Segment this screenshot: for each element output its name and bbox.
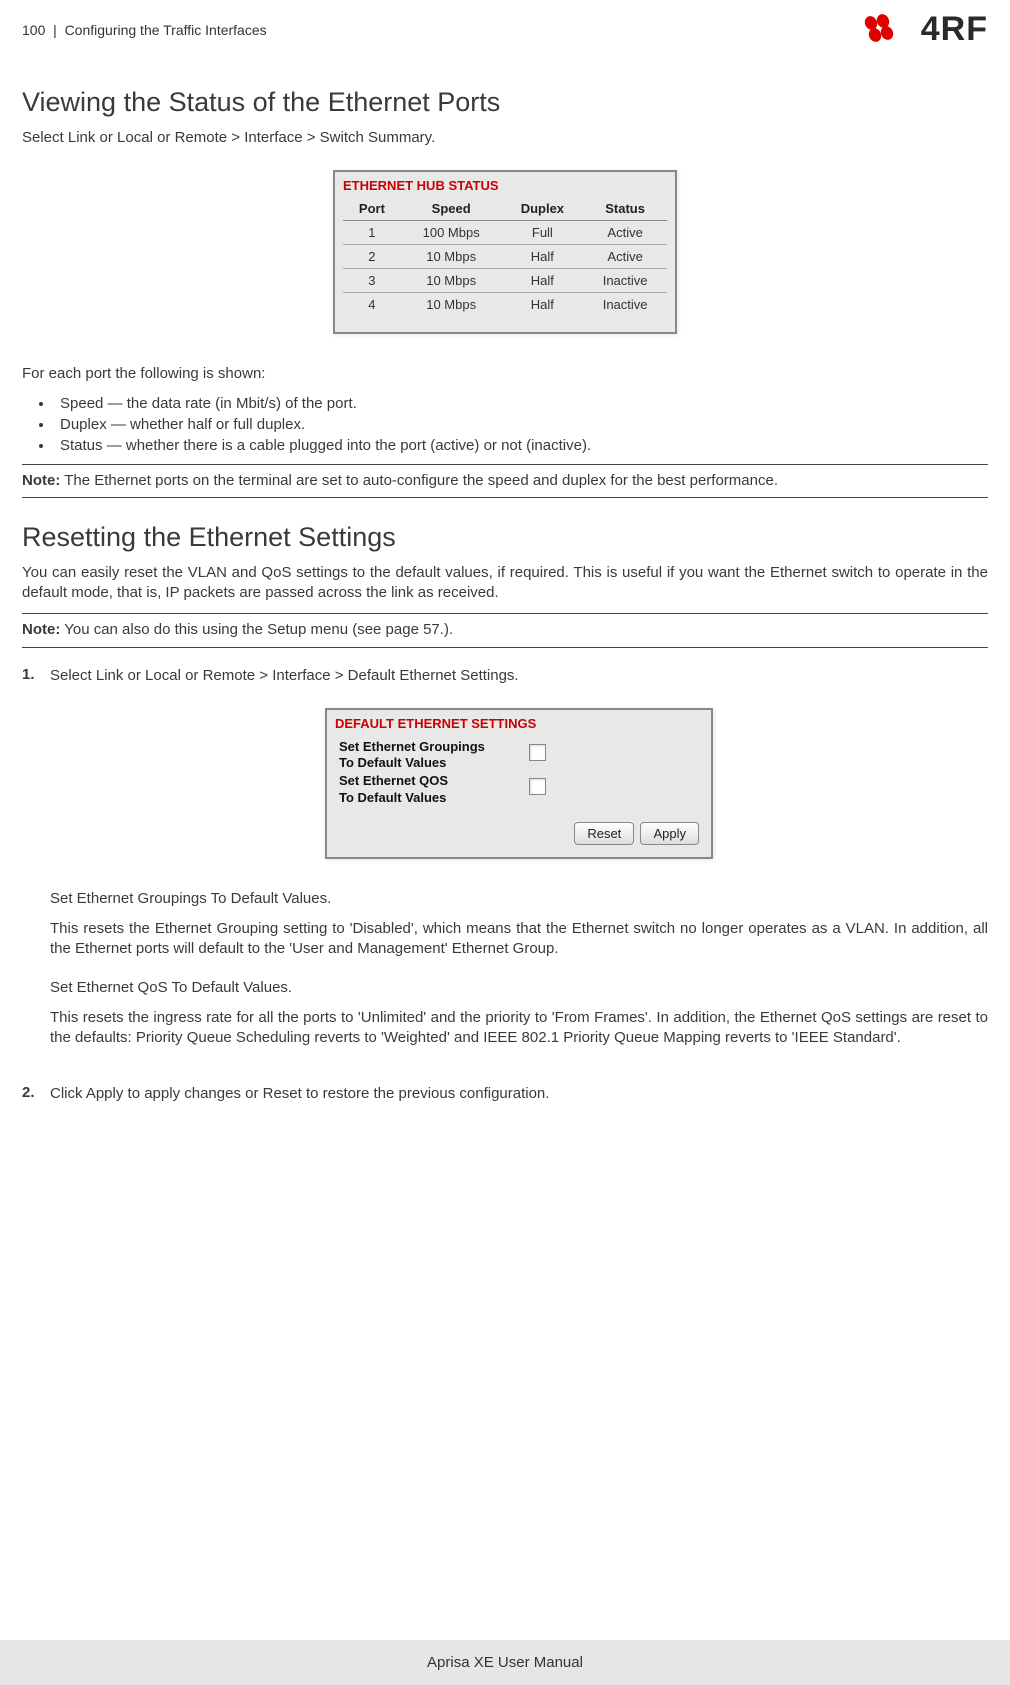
- list-item: Speed — the data rate (in Mbit/s) of the…: [54, 395, 988, 412]
- brand-logo: 4RF: [863, 10, 988, 49]
- col-port: Port: [343, 197, 401, 221]
- divider: [22, 647, 988, 648]
- divider: [22, 464, 988, 465]
- col-duplex: Duplex: [502, 197, 584, 221]
- resetting-intro: You can easily reset the VLAN and QoS se…: [22, 563, 988, 604]
- ethernet-hub-status-panel: ETHERNET HUB STATUS Port Speed Duplex St…: [333, 170, 677, 334]
- heading-viewing-status: Viewing the Status of the Ethernet Ports: [22, 87, 988, 118]
- table-row: 2 10 Mbps Half Active: [343, 245, 667, 269]
- panel-title: ETHERNET HUB STATUS: [335, 172, 675, 195]
- chapter-title: Configuring the Traffic Interfaces: [65, 22, 267, 38]
- list-item: Status — whether there is a cable plugge…: [54, 437, 988, 454]
- note-text: The Ethernet ports on the terminal are s…: [60, 472, 778, 489]
- col-speed: Speed: [401, 197, 502, 221]
- nav-path-2: Select Link or Local or Remote > Interfa…: [50, 666, 988, 686]
- step-2: Click Apply to apply changes or Reset to…: [22, 1084, 988, 1114]
- panel-title: DEFAULT ETHERNET SETTINGS: [327, 710, 711, 733]
- groupings-default-body: This resets the Ethernet Grouping settin…: [50, 919, 988, 960]
- brand-text: 4RF: [921, 10, 988, 49]
- hub-status-table: Port Speed Duplex Status 1 100 Mbps Full…: [343, 197, 667, 316]
- reset-button[interactable]: Reset: [574, 822, 634, 845]
- divider: [22, 613, 988, 614]
- set-groupings-label: Set Ethernet Groupings To Default Values: [339, 739, 529, 772]
- separator: |: [53, 22, 57, 38]
- divider: [22, 497, 988, 498]
- table-row: 3 10 Mbps Half Inactive: [343, 269, 667, 293]
- page-number: 100: [22, 22, 45, 38]
- col-status: Status: [583, 197, 667, 221]
- apply-reset-instruction: Click Apply to apply changes or Reset to…: [50, 1084, 988, 1104]
- heading-resetting: Resetting the Ethernet Settings: [22, 522, 988, 553]
- note-setup-menu: Note: You can also do this using the Set…: [22, 620, 988, 640]
- note-autoconfig: Note: The Ethernet ports on the terminal…: [22, 471, 988, 491]
- default-ethernet-settings-panel: DEFAULT ETHERNET SETTINGS Set Ethernet G…: [325, 708, 713, 859]
- step-1: Select Link or Local or Remote > Interfa…: [22, 666, 988, 1067]
- set-groupings-checkbox[interactable]: [529, 744, 546, 761]
- page-footer: Aprisa XE User Manual: [0, 1640, 1010, 1685]
- note-label: Note:: [22, 621, 60, 638]
- list-item: Duplex — whether half or full duplex.: [54, 416, 988, 433]
- table-row: 4 10 Mbps Half Inactive: [343, 293, 667, 317]
- header-breadcrumb: 100 | Configuring the Traffic Interfaces: [22, 22, 267, 38]
- groupings-default-title: Set Ethernet Groupings To Default Values…: [50, 889, 988, 909]
- table-row: 1 100 Mbps Full Active: [343, 221, 667, 245]
- ports-intro: For each port the following is shown:: [22, 364, 988, 384]
- qos-default-title: Set Ethernet QoS To Default Values.: [50, 978, 988, 998]
- petals-icon: [863, 13, 915, 47]
- apply-button[interactable]: Apply: [640, 822, 699, 845]
- set-qos-label: Set Ethernet QOS To Default Values: [339, 773, 529, 806]
- page-header: 100 | Configuring the Traffic Interfaces…: [22, 10, 988, 49]
- set-qos-checkbox[interactable]: [529, 778, 546, 795]
- note-text: You can also do this using the Setup men…: [60, 621, 453, 638]
- port-fields-list: Speed — the data rate (in Mbit/s) of the…: [22, 395, 988, 454]
- qos-default-body: This resets the ingress rate for all the…: [50, 1008, 988, 1049]
- nav-path-1: Select Link or Local or Remote > Interfa…: [22, 128, 988, 148]
- note-label: Note:: [22, 472, 60, 489]
